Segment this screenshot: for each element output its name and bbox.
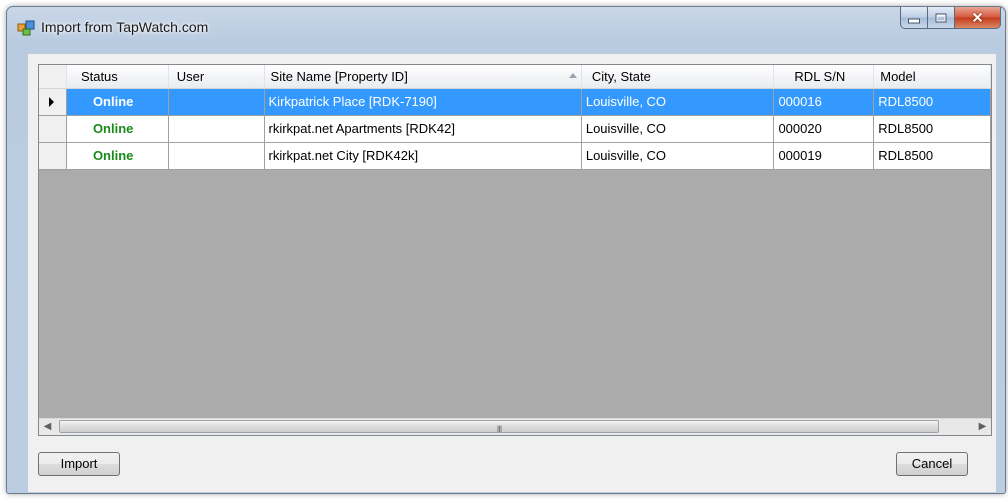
column-header-rdl-sn[interactable]: RDL S/N bbox=[774, 65, 875, 88]
column-header-city-state[interactable]: City, State bbox=[582, 65, 775, 88]
status-value: Online bbox=[92, 148, 134, 163]
table-row[interactable]: Online Kirkpatrick Place [RDK-7190] Loui… bbox=[39, 89, 991, 116]
minimize-button[interactable] bbox=[900, 7, 928, 29]
close-icon: ✕ bbox=[971, 9, 984, 25]
scroll-left-button[interactable]: ◀ bbox=[39, 419, 56, 435]
row-header-corner[interactable] bbox=[39, 65, 67, 88]
status-value: Online bbox=[92, 94, 134, 109]
chevron-left-icon: ◀ bbox=[43, 421, 52, 432]
current-row-pointer-icon bbox=[49, 97, 54, 107]
window-title: Import from TapWatch.com bbox=[41, 19, 209, 35]
cell-site-name[interactable]: rkirkpat.net Apartments [RDK42] bbox=[264, 116, 582, 143]
app-icon bbox=[17, 20, 35, 36]
table-row[interactable]: Online rkirkpat.net City [RDK42k] Louisv… bbox=[39, 143, 991, 170]
cell-status[interactable]: Online bbox=[66, 89, 169, 116]
column-header-site-name-label: Site Name [Property ID] bbox=[270, 69, 408, 84]
cell-city-state[interactable]: Louisville, CO bbox=[581, 143, 775, 170]
cell-model[interactable]: RDL8500 bbox=[874, 143, 991, 170]
cell-rdl-sn[interactable]: 000020 bbox=[774, 116, 875, 143]
status-value: Online bbox=[92, 121, 134, 136]
grip-icon: III bbox=[496, 424, 502, 434]
column-header-site-name[interactable]: Site Name [Property ID] bbox=[265, 65, 582, 88]
minimize-icon bbox=[908, 18, 920, 24]
dialog-client-area: Status User Site Name [Property ID] City… bbox=[28, 54, 996, 492]
cell-status[interactable]: Online bbox=[66, 143, 169, 170]
cell-city-state[interactable]: Louisville, CO bbox=[581, 89, 775, 116]
column-header-user[interactable]: User bbox=[169, 65, 265, 88]
column-header-status[interactable]: Status bbox=[67, 65, 169, 88]
horizontal-scrollbar[interactable]: ◀ III ▶ bbox=[39, 418, 991, 435]
row-header[interactable] bbox=[39, 89, 67, 116]
grid-header: Status User Site Name [Property ID] City… bbox=[39, 65, 991, 89]
cell-model[interactable]: RDL8500 bbox=[874, 116, 991, 143]
chevron-right-icon: ▶ bbox=[978, 421, 987, 432]
cell-model[interactable]: RDL8500 bbox=[874, 89, 991, 116]
sites-grid[interactable]: Status User Site Name [Property ID] City… bbox=[38, 64, 992, 436]
cell-status[interactable]: Online bbox=[66, 116, 169, 143]
cell-user[interactable] bbox=[168, 143, 265, 170]
table-row[interactable]: Online rkirkpat.net Apartments [RDK42] L… bbox=[39, 116, 991, 143]
cancel-button[interactable]: Cancel bbox=[896, 452, 968, 476]
import-button[interactable]: Import bbox=[38, 452, 120, 476]
cell-city-state[interactable]: Louisville, CO bbox=[581, 116, 775, 143]
scroll-right-button[interactable]: ▶ bbox=[974, 419, 991, 435]
cell-user[interactable] bbox=[168, 89, 265, 116]
row-header[interactable] bbox=[39, 116, 67, 143]
maximize-icon bbox=[935, 13, 947, 22]
close-button[interactable]: ✕ bbox=[955, 7, 1001, 29]
cell-site-name[interactable]: Kirkpatrick Place [RDK-7190] bbox=[264, 89, 582, 116]
scrollbar-thumb[interactable]: III bbox=[59, 420, 939, 434]
cell-rdl-sn[interactable]: 000016 bbox=[774, 89, 875, 116]
cell-site-name[interactable]: rkirkpat.net City [RDK42k] bbox=[264, 143, 582, 170]
cell-user[interactable] bbox=[168, 116, 265, 143]
caption-buttons: ✕ bbox=[900, 7, 1001, 29]
row-header[interactable] bbox=[39, 143, 67, 170]
maximize-button[interactable] bbox=[928, 7, 955, 29]
sort-ascending-icon bbox=[568, 73, 577, 78]
column-header-model[interactable]: Model bbox=[874, 65, 991, 88]
cell-rdl-sn[interactable]: 000019 bbox=[774, 143, 875, 170]
